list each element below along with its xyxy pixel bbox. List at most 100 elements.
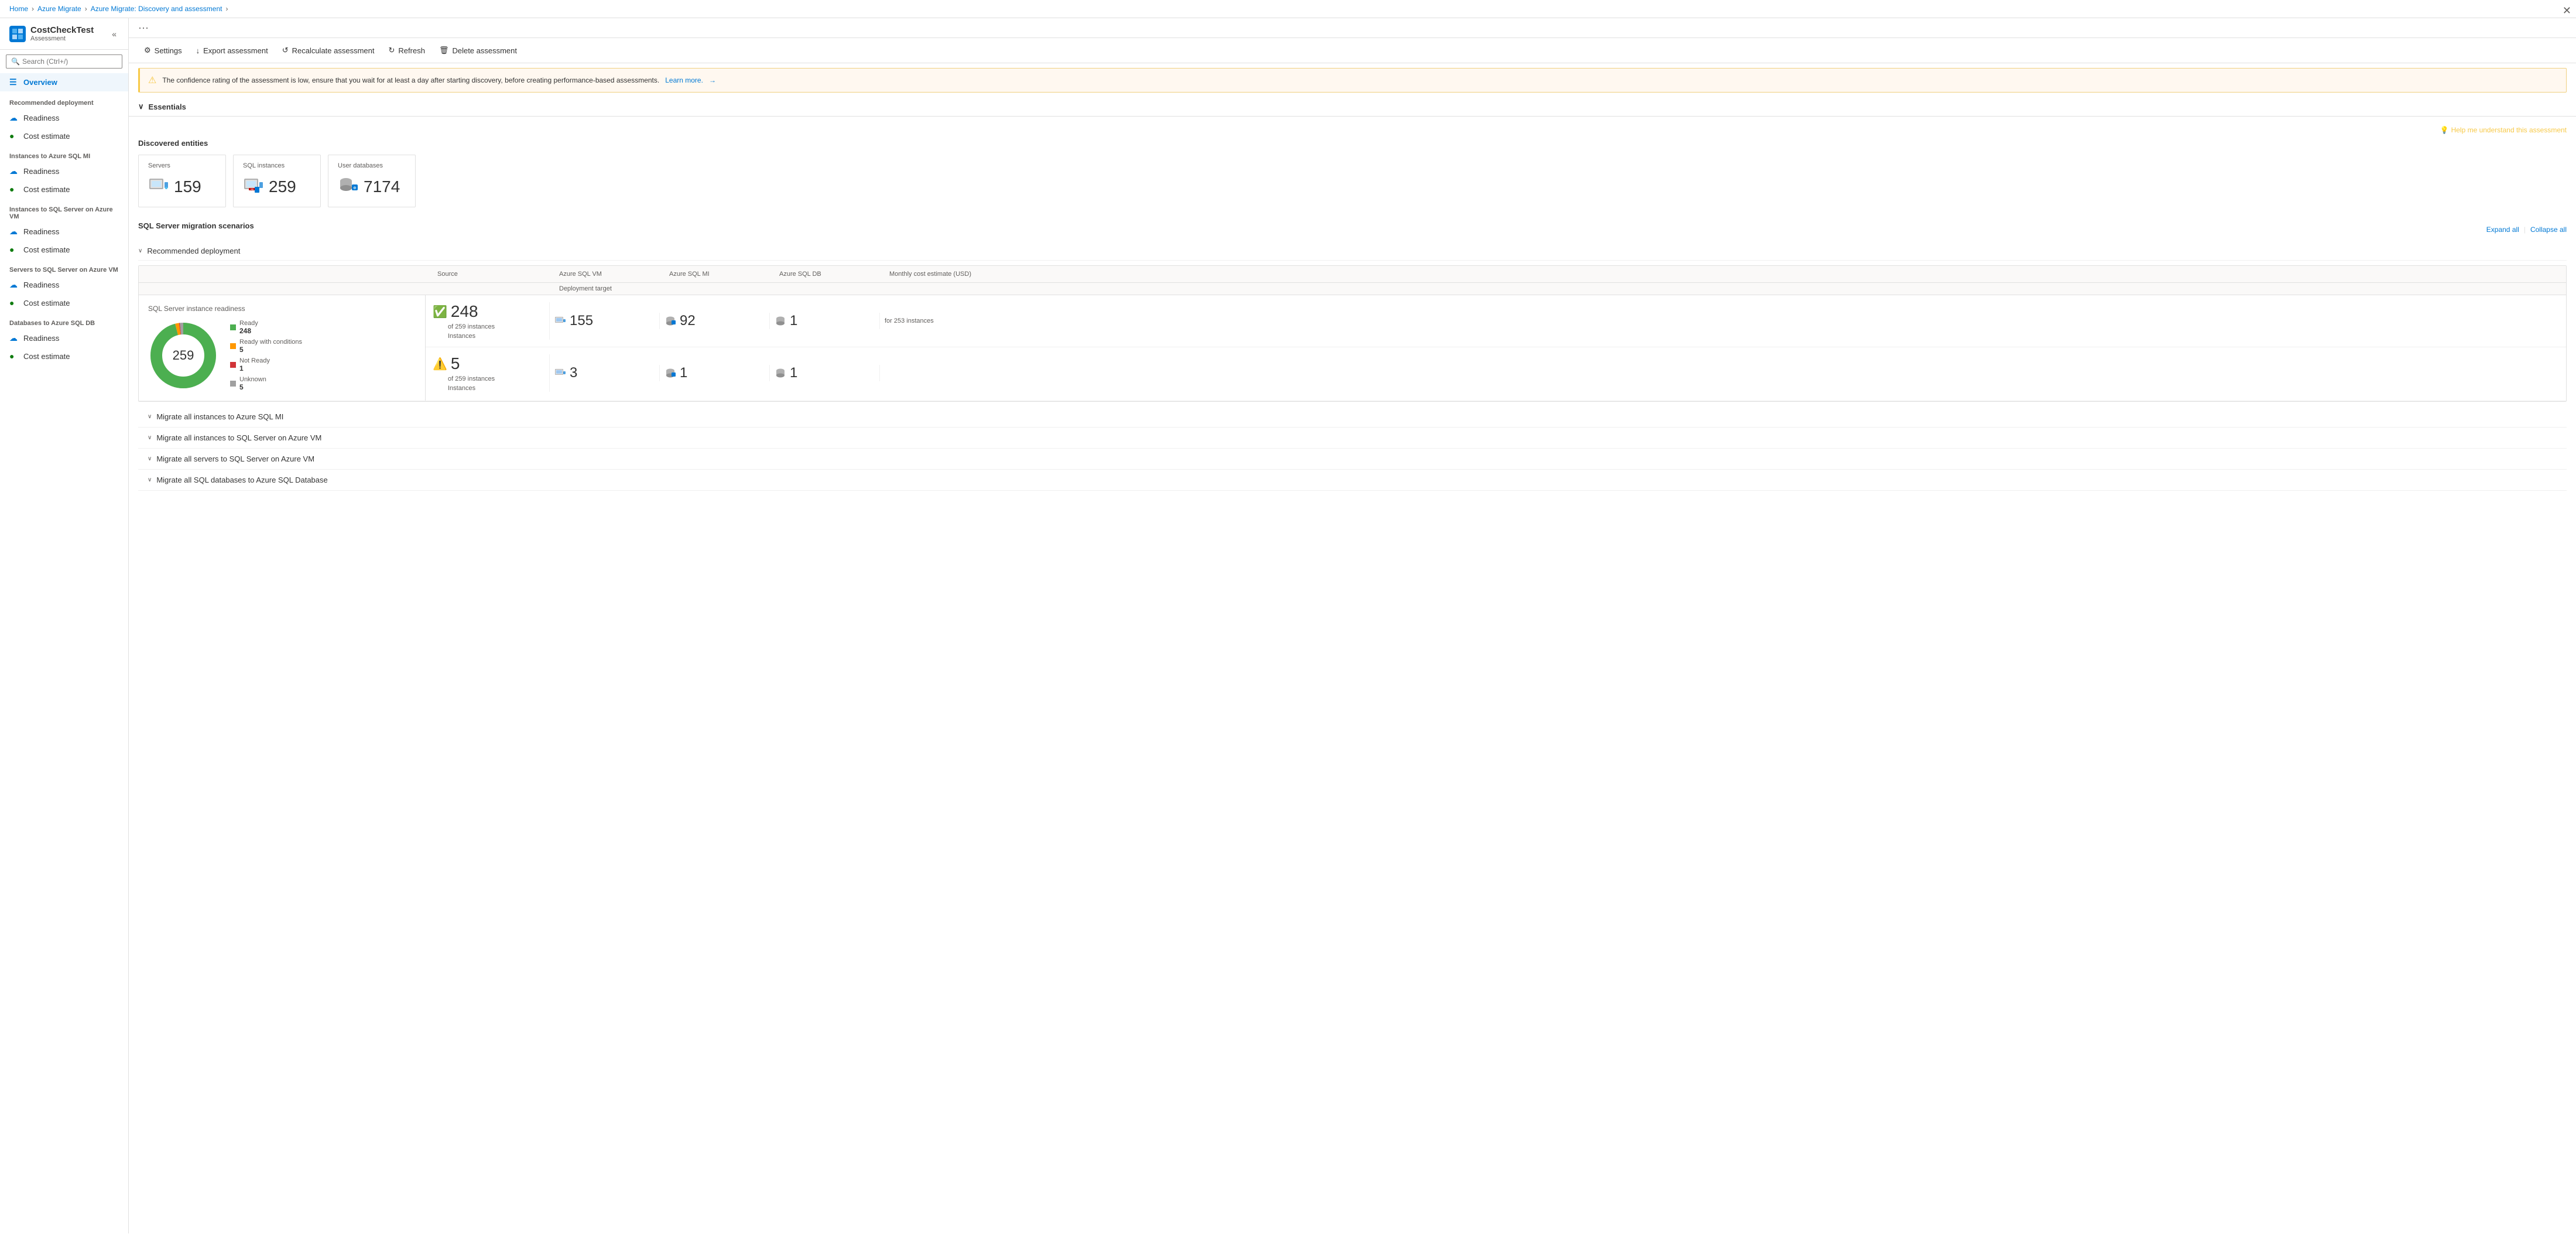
scenario-sql-mi[interactable]: ∨ Migrate all instances to Azure SQL MI [138, 406, 2567, 428]
collapse-all-link[interactable]: Collapse all [2530, 225, 2567, 234]
nav-readiness-4[interactable]: ☁ Readiness [0, 276, 128, 294]
cloud-icon-1: ☁ [9, 113, 19, 123]
nav-cost-2[interactable]: ● Cost estimate [0, 180, 128, 198]
readiness-4-label: Readiness [23, 281, 59, 289]
nav-cost-4[interactable]: ● Cost estimate [0, 294, 128, 312]
delete-icon: 🗑 [439, 46, 449, 55]
user-databases-card[interactable]: User databases ⊕ [328, 155, 416, 207]
cost-icon-2: ● [9, 184, 19, 194]
user-databases-label: User databases [338, 162, 406, 169]
expand-all-link[interactable]: Expand all [2486, 225, 2519, 234]
chart-cell: SQL Server instance readiness [139, 295, 426, 401]
link-separator: | [2524, 225, 2526, 234]
settings-button[interactable]: ⚙ Settings [138, 43, 188, 58]
db-icon-1 [775, 315, 786, 328]
scenario-servers-vm[interactable]: ∨ Migrate all servers to SQL Server on A… [138, 449, 2567, 470]
recalculate-button[interactable]: ↺ Recalculate assessment [276, 43, 381, 58]
export-label: Export assessment [203, 46, 268, 55]
essentials-header[interactable]: ∨ Essentials [129, 97, 2576, 117]
recommended-deployment-label: Recommended deployment [147, 247, 240, 255]
help-text: Help me understand this assessment [2451, 126, 2567, 134]
legend-ready-label: Ready [239, 320, 258, 327]
db-icon-2 [775, 367, 786, 380]
vm-icon-2 [554, 367, 566, 380]
breadcrumb-azure-migrate[interactable]: Azure Migrate [37, 5, 81, 13]
recommended-deployment-toggle[interactable]: ∨ Recommended deployment [138, 242, 2567, 261]
scenario-sql-server-vm[interactable]: ∨ Migrate all instances to SQL Server on… [138, 428, 2567, 449]
table-row[interactable]: ✅ 248 of 259 instances Instances [426, 295, 2566, 347]
col-cost-header: Monthly cost estimate (USD) [889, 271, 2559, 278]
legend-unknown-label: Unknown [239, 376, 266, 383]
nav-cost-5[interactable]: ● Cost estimate [0, 347, 128, 365]
vm-cell-2: 3 [554, 365, 660, 381]
refresh-icon: ↻ [389, 46, 395, 55]
vm-cell-1: 155 [554, 313, 660, 329]
mi-value-2: 1 [680, 365, 687, 381]
learn-more-link[interactable]: Learn more. [665, 76, 703, 84]
col-db-header: Azure SQL DB [779, 271, 885, 278]
breadcrumb-discovery[interactable]: Azure Migrate: Discovery and assessment [91, 5, 222, 13]
nav-readiness-1[interactable]: ☁ Readiness [0, 109, 128, 127]
table-row[interactable]: ⚠️ 5 of 259 instances Instances [426, 347, 2566, 399]
legend-not-ready-label: Not Ready [239, 357, 270, 364]
delete-button[interactable]: 🗑 Delete assessment [433, 43, 523, 58]
status-icon-1: ✅ [433, 305, 447, 319]
vm-value-2: 3 [570, 365, 577, 381]
servers-card[interactable]: Servers 159 [138, 155, 226, 207]
nav-overview[interactable]: ☰ Overview [0, 73, 128, 91]
cost-4-label: Cost estimate [23, 299, 70, 307]
more-options-button[interactable]: ··· [129, 18, 2576, 38]
cost-1-label: Cost estimate [23, 132, 70, 141]
collapse-chevron: ∨ [138, 248, 142, 254]
collapsed-scenarios: ∨ Migrate all instances to Azure SQL MI … [138, 406, 2567, 491]
legend-conditions: Ready with conditions 5 [230, 339, 302, 354]
scenario-sql-db[interactable]: ∨ Migrate all SQL databases to Azure SQL… [138, 470, 2567, 491]
scenarios-title: SQL Server migration scenarios [138, 221, 254, 230]
breadcrumb-home[interactable]: Home [9, 5, 28, 13]
donut-center-value: 259 [173, 348, 194, 363]
legend-unknown-value: 5 [239, 383, 266, 391]
recalculate-icon: ↺ [282, 46, 289, 55]
nav-readiness-5[interactable]: ☁ Readiness [0, 329, 128, 347]
sidebar-collapse-button[interactable]: « [109, 27, 119, 41]
warning-text: The confidence rating of the assessment … [162, 76, 659, 84]
help-section: 💡 Help me understand this assessment [138, 126, 2567, 134]
cost-sub-1: for 253 instances [885, 317, 2559, 324]
sidebar: CostCheckTest Assessment « 🔍 ☰ Overview … [0, 18, 129, 1233]
instances-sub-2: of 259 instances [448, 375, 544, 382]
close-button[interactable]: ✕ [2563, 5, 2571, 17]
legend-ready-color [230, 324, 236, 330]
user-databases-value: 7174 [364, 177, 400, 196]
section-db-sql: Databases to Azure SQL DB [0, 314, 128, 329]
status-icon-2: ⚠️ [433, 357, 447, 371]
mi-value-1: 92 [680, 313, 696, 329]
search-input[interactable] [22, 57, 117, 66]
refresh-button[interactable]: ↻ Refresh [383, 43, 431, 58]
cost-icon-1: ● [9, 131, 19, 141]
nav-readiness-2[interactable]: ☁ Readiness [0, 162, 128, 180]
cost-icon-5: ● [9, 351, 19, 361]
nav-cost-1[interactable]: ● Cost estimate [0, 127, 128, 145]
help-link[interactable]: 💡 Help me understand this assessment [2440, 126, 2567, 134]
servers-label: Servers [148, 162, 216, 169]
sql-instances-card[interactable]: SQL instances SQL [233, 155, 321, 207]
scenario-sql-db-label: Migrate all SQL databases to Azure SQL D… [156, 476, 327, 484]
nav-readiness-3[interactable]: ☁ Readiness [0, 223, 128, 241]
data-rows-section: ✅ 248 of 259 instances Instances [426, 295, 2566, 401]
cloud-icon-5: ☁ [9, 333, 19, 343]
overview-icon: ☰ [9, 77, 19, 87]
legend-unknown: Unknown 5 [230, 376, 302, 391]
deployment-data-table: Source Azure SQL VM Azure SQL MI Azure S… [138, 265, 2567, 402]
db-value-2: 1 [790, 365, 797, 381]
svg-text:⊕: ⊕ [353, 186, 357, 190]
section-servers-sql-vm: Servers to SQL Server on Azure VM [0, 261, 128, 276]
nav-cost-3[interactable]: ● Cost estimate [0, 241, 128, 258]
legend-conditions-color [230, 343, 236, 349]
export-button[interactable]: ↓ Export assessment [190, 43, 274, 58]
source-cell-1: ✅ 248 of 259 instances Instances [433, 302, 550, 340]
settings-label: Settings [155, 46, 182, 55]
app-title: CostCheckTest [30, 25, 94, 35]
scenario-sql-server-vm-label: Migrate all instances to SQL Server on A… [156, 433, 321, 442]
instances-value-2: 5 [451, 354, 460, 373]
search-box[interactable]: 🔍 [6, 54, 122, 69]
